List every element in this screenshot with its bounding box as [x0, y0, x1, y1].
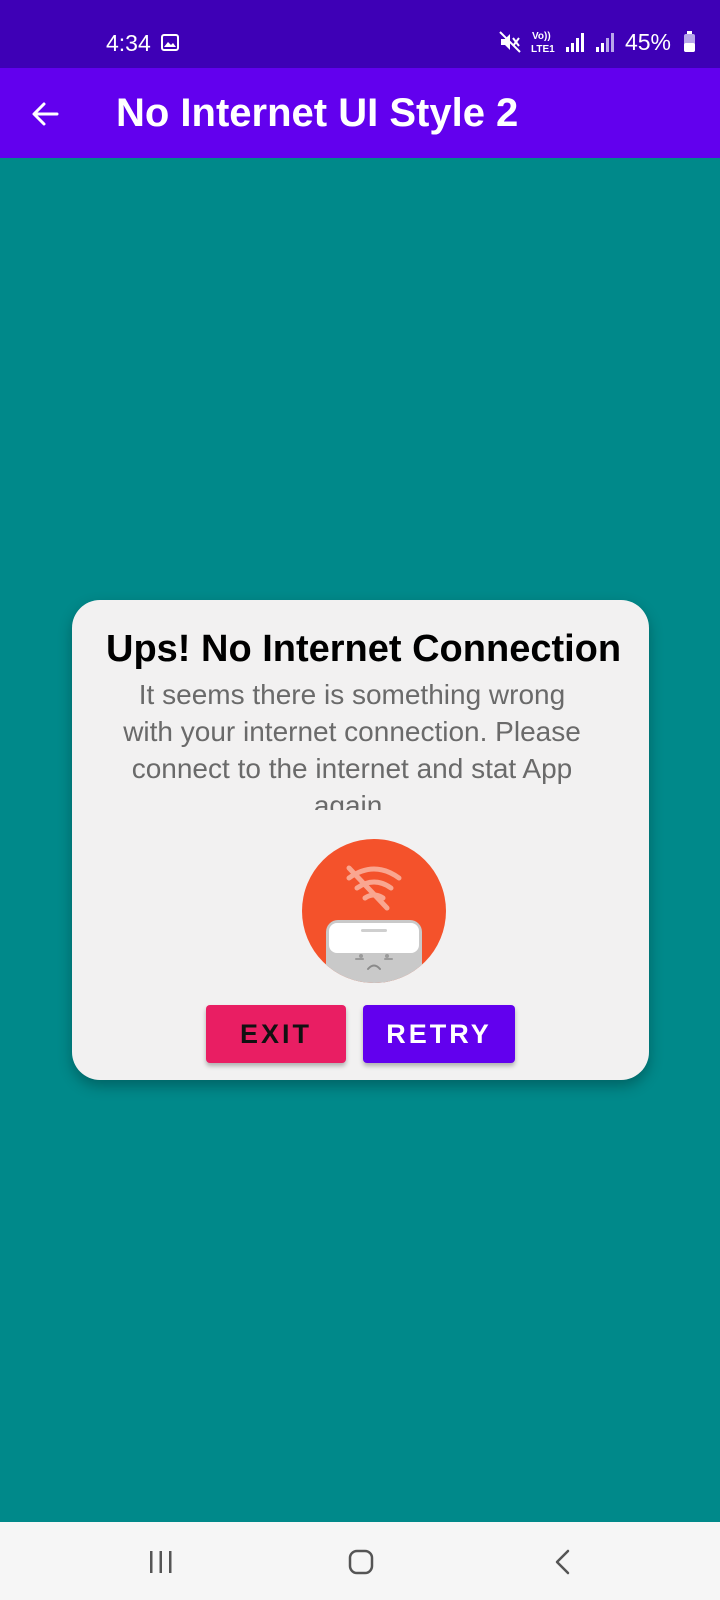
status-bar: 4:34 Vo)) LTE1 45% [0, 0, 720, 68]
chevron-left-icon [555, 1549, 570, 1575]
volte-icon: Vo)) LTE1 [531, 31, 555, 55]
app-bar: No Internet UI Style 2 [0, 68, 720, 158]
arrow-left-icon [32, 102, 59, 126]
status-time: 4:34 [106, 30, 151, 56]
navigation-bar [0, 1522, 720, 1600]
dialog-title: Ups! No Internet Connection [106, 628, 622, 670]
dialog-message: It seems there is something wrong with y… [123, 679, 581, 810]
home-icon [348, 1549, 374, 1575]
retry-button[interactable]: RETRY [363, 1005, 515, 1063]
screen: 4:34 Vo)) LTE1 45% No Internet UI Style … [0, 0, 720, 1600]
recents-button[interactable] [131, 1537, 191, 1587]
no-wifi-sad-device-icon [302, 839, 446, 983]
page-title: No Internet UI Style 2 [116, 91, 519, 135]
gallery-icon [161, 34, 179, 51]
signal-icon [565, 33, 584, 52]
home-button[interactable] [331, 1537, 391, 1587]
mute-icon [499, 31, 521, 53]
signal-icon [595, 33, 614, 52]
back-button[interactable] [22, 91, 68, 137]
battery-percent: 45% [624, 28, 671, 55]
volte-bottom-text: LTE1 [531, 44, 555, 55]
nav-back-button[interactable] [533, 1537, 593, 1587]
status-icons: Vo)) LTE1 45% [499, 28, 696, 56]
exit-button[interactable]: EXIT [206, 1005, 346, 1063]
recents-icon [150, 1551, 172, 1573]
no-internet-dialog: Ups! No Internet Connection It seems the… [72, 600, 649, 1080]
volte-top-text: Vo)) [532, 31, 551, 42]
battery-icon [684, 31, 695, 52]
